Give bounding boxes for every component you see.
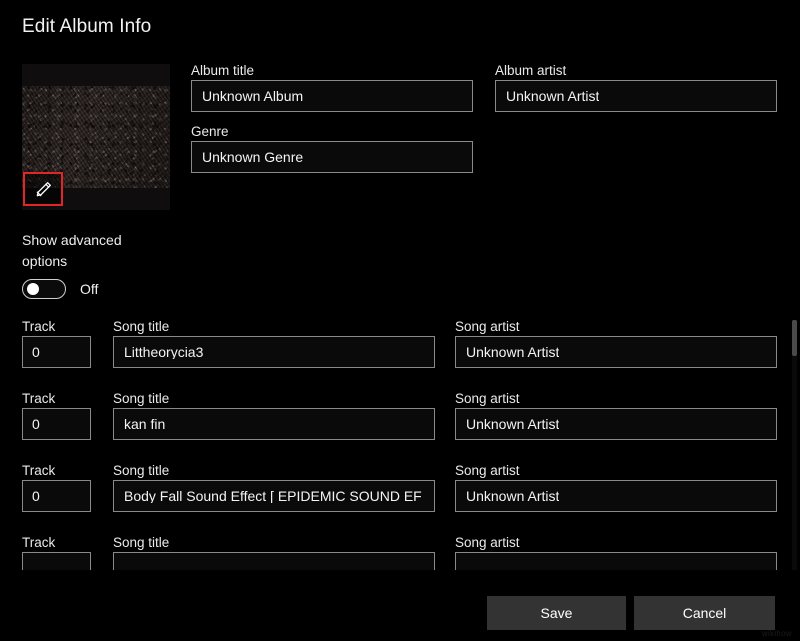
advanced-options-toggle[interactable] — [22, 279, 66, 299]
track-number-label: Track — [22, 390, 91, 408]
song-title-value: Littheorycia3 — [124, 345, 203, 359]
track-number-input[interactable]: 0 — [22, 480, 91, 512]
genre-label: Genre — [191, 123, 473, 141]
advanced-options-group: Show advanced options Off — [22, 230, 172, 299]
song-title-group: Song title Littheorycia3 — [113, 318, 435, 368]
song-artist-label: Song artist — [455, 318, 777, 336]
scrollbar-thumb[interactable] — [792, 320, 797, 356]
track-list: Track 0 Song title Littheorycia3 Song artist… — [0, 318, 800, 570]
track-number-label: Track — [22, 534, 91, 552]
toggle-knob — [27, 283, 39, 295]
track-number-input[interactable]: 0 — [22, 336, 91, 368]
song-artist-value: Unknown Artist — [466, 489, 559, 503]
song-title-input[interactable] — [113, 552, 435, 570]
song-title-label: Song title — [113, 318, 435, 336]
album-title-label: Album title — [191, 62, 473, 80]
album-title-input[interactable]: Unknown Album — [191, 80, 473, 112]
track-number-input[interactable] — [22, 552, 91, 570]
song-artist-label: Song artist — [455, 390, 777, 408]
track-number-label: Track — [22, 462, 91, 480]
track-row: Track 0 Song title Littheorycia3 Song artist… — [0, 318, 782, 390]
song-title-group: Song title — [113, 534, 435, 570]
album-title-field-group: Album title Unknown Album — [191, 62, 473, 112]
advanced-options-state: Off — [80, 281, 98, 297]
track-number-input[interactable]: 0 — [22, 408, 91, 440]
dialog-footer: Save Cancel wikihow — [0, 596, 800, 641]
song-artist-value: Unknown Artist — [466, 417, 559, 431]
song-artist-input[interactable] — [455, 552, 777, 570]
track-number-group: Track 0 — [22, 318, 91, 368]
save-button[interactable]: Save — [487, 596, 626, 630]
watermark: wikihow — [762, 629, 792, 638]
song-title-label: Song title — [113, 462, 435, 480]
song-artist-label: Song artist — [455, 534, 777, 552]
genre-value: Unknown Genre — [202, 150, 303, 164]
track-number-value: 0 — [32, 417, 40, 431]
genre-field-group: Genre Unknown Genre — [191, 123, 473, 173]
song-artist-input[interactable]: Unknown Artist — [455, 480, 777, 512]
song-artist-group: Song artist Unknown Artist — [455, 318, 777, 368]
song-artist-value: Unknown Artist — [466, 345, 559, 359]
edit-album-art-button[interactable] — [23, 172, 63, 206]
song-artist-label: Song artist — [455, 462, 777, 480]
song-title-value: kan fin — [124, 417, 165, 431]
genre-input[interactable]: Unknown Genre — [191, 141, 473, 173]
song-title-value: Body Fall Sound Effect [ EPIDEMIC SOUND … — [124, 489, 422, 503]
track-row: Track 0 Song title kan fin Song artist Unknow… — [0, 390, 782, 462]
track-number-group: Track — [22, 534, 91, 570]
album-artist-label: Album artist — [495, 62, 777, 80]
song-artist-input[interactable]: Unknown Artist — [455, 336, 777, 368]
page-title: Edit Album Info — [22, 16, 151, 38]
cancel-button[interactable]: Cancel — [634, 596, 775, 630]
album-artist-field-group: Album artist Unknown Artist — [495, 62, 777, 112]
track-number-value: 0 — [32, 489, 40, 503]
edit-album-info-dialog: Edit Album Info Album title Unknown Albu… — [0, 0, 800, 641]
song-artist-group: Song artist — [455, 534, 777, 570]
album-title-value: Unknown Album — [202, 89, 303, 103]
album-artist-input[interactable]: Unknown Artist — [495, 80, 777, 112]
song-title-group: Song title Body Fall Sound Effect [ EPIDE… — [113, 462, 435, 512]
advanced-options-label: Show advanced options — [22, 230, 132, 272]
track-number-group: Track 0 — [22, 462, 91, 512]
track-number-value: 0 — [32, 345, 40, 359]
track-number-label: Track — [22, 318, 91, 336]
song-title-input[interactable]: Body Fall Sound Effect [ EPIDEMIC SOUND … — [113, 480, 435, 512]
song-title-label: Song title — [113, 390, 435, 408]
track-row: Track Song title Song artist — [0, 534, 782, 570]
song-artist-group: Song artist Unknown Artist — [455, 462, 777, 512]
song-artist-input[interactable]: Unknown Artist — [455, 408, 777, 440]
song-title-input[interactable]: kan fin — [113, 408, 435, 440]
track-list-scrollbar[interactable] — [792, 320, 797, 570]
track-number-group: Track 0 — [22, 390, 91, 440]
album-artist-value: Unknown Artist — [506, 89, 599, 103]
track-row: Track 0 Song title Body Fall Sound Effect [… — [0, 462, 782, 534]
song-title-label: Song title — [113, 534, 435, 552]
song-title-group: Song title kan fin — [113, 390, 435, 440]
pencil-icon — [34, 180, 53, 199]
song-title-input[interactable]: Littheorycia3 — [113, 336, 435, 368]
song-artist-group: Song artist Unknown Artist — [455, 390, 777, 440]
